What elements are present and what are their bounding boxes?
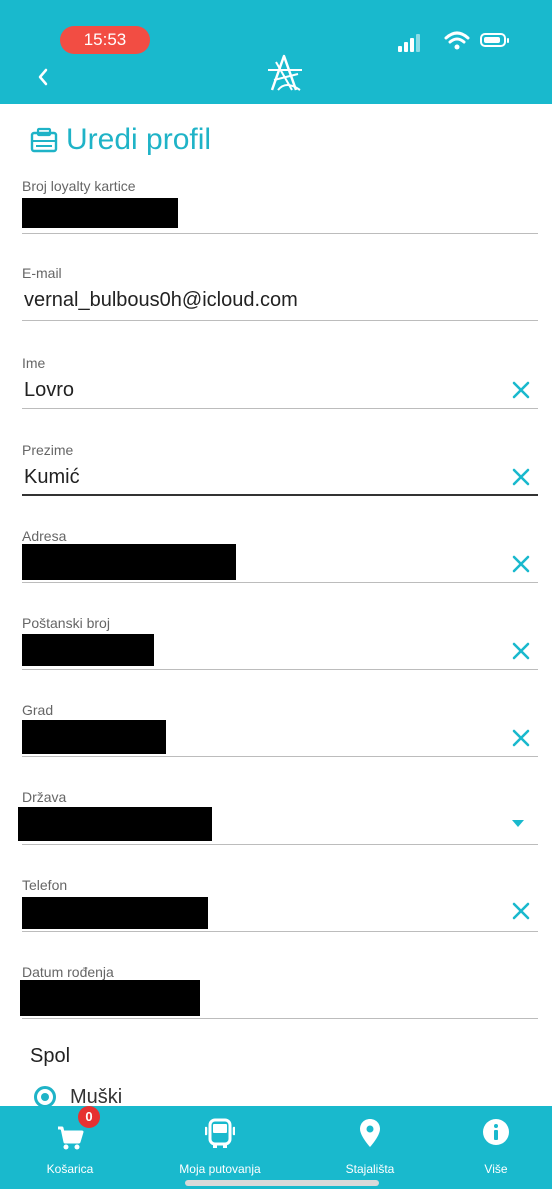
- city-field[interactable]: Grad: [22, 702, 538, 762]
- redacted-value: [22, 720, 166, 754]
- caret-down-icon[interactable]: [512, 820, 524, 827]
- status-time: 15:53: [60, 26, 150, 54]
- nav-label: Više: [484, 1162, 508, 1176]
- app-logo-icon: [268, 54, 302, 91]
- battery-icon: [480, 33, 509, 47]
- nav-item-cart[interactable]: 0 Košarica: [16, 1106, 124, 1189]
- loyalty-card-field[interactable]: Broj loyalty kartice: [22, 178, 538, 238]
- email-value: vernal_bulbous0h@icloud.com: [24, 289, 298, 311]
- first-name-value: Lovro: [24, 379, 75, 401]
- field-underline: [22, 1018, 538, 1019]
- field-underline: [22, 408, 538, 409]
- gender-label: Spol: [30, 1045, 71, 1067]
- postal-code-field[interactable]: Poštanski broj: [22, 615, 538, 675]
- redacted-value: [18, 807, 212, 841]
- nav-item-more[interactable]: Više: [456, 1106, 536, 1189]
- nav-label: Košarica: [46, 1162, 94, 1176]
- gender-radio-male[interactable]: [34, 1086, 56, 1108]
- field-label: Telefon: [22, 877, 68, 893]
- chevron-left-icon: [38, 68, 48, 86]
- clear-icon[interactable]: [510, 727, 532, 749]
- first-name-field[interactable]: Ime Lovro: [22, 355, 538, 415]
- field-underline: [22, 320, 538, 321]
- address-field[interactable]: Adresa: [22, 528, 538, 588]
- nav-label: Moja putovanja: [179, 1162, 261, 1176]
- field-label: Adresa: [22, 528, 67, 544]
- back-button[interactable]: [28, 62, 58, 92]
- nav-item-stops[interactable]: Stajališta: [320, 1106, 420, 1189]
- redacted-value: [22, 544, 236, 580]
- last-name-field[interactable]: Prezime Kumić: [22, 442, 538, 502]
- field-label: Poštanski broj: [22, 615, 110, 631]
- country-select[interactable]: Država: [18, 789, 538, 849]
- phone-field[interactable]: Telefon: [22, 877, 538, 937]
- cart-icon: [58, 1126, 84, 1150]
- page-title: Uredi profil: [30, 120, 211, 160]
- field-underline: [22, 669, 538, 670]
- bus-icon: [205, 1118, 235, 1148]
- clear-icon[interactable]: [510, 640, 532, 662]
- field-underline: [22, 844, 538, 845]
- redacted-value: [20, 980, 200, 1016]
- field-label: Država: [22, 789, 67, 805]
- profile-card-icon: [30, 127, 58, 153]
- field-underline: [22, 756, 538, 757]
- redacted-value: [22, 634, 154, 666]
- clear-icon[interactable]: [510, 379, 532, 401]
- field-underline: [22, 233, 538, 234]
- bottom-navigation: 0 Košarica Moja putovanja Stajališta Viš…: [0, 1106, 552, 1189]
- home-indicator: [185, 1180, 379, 1186]
- page-title-text: Uredi profil: [66, 123, 212, 156]
- info-icon: [483, 1119, 509, 1145]
- wifi-icon: [444, 31, 470, 50]
- status-icons: [398, 30, 518, 52]
- clear-icon[interactable]: [510, 466, 532, 488]
- redacted-value: [22, 198, 178, 228]
- field-label: Broj loyalty kartice: [22, 178, 136, 194]
- field-label: Prezime: [22, 442, 74, 458]
- email-field[interactable]: E-mail vernal_bulbous0h@icloud.com: [22, 265, 538, 325]
- birth-date-field[interactable]: Datum rođenja: [20, 964, 538, 1024]
- field-label: Grad: [22, 702, 54, 718]
- field-label: E-mail: [22, 265, 62, 281]
- location-pin-icon: [360, 1119, 380, 1147]
- cellular-signal-icon: [398, 34, 422, 52]
- nav-label: Stajališta: [345, 1162, 395, 1176]
- clear-icon[interactable]: [510, 900, 532, 922]
- field-underline-focused: [22, 494, 538, 496]
- field-underline: [22, 931, 538, 932]
- field-underline: [22, 582, 538, 583]
- redacted-value: [22, 897, 208, 929]
- last-name-value: Kumić: [24, 466, 80, 488]
- field-label: Datum rođenja: [22, 964, 114, 980]
- app-header: 15:53: [0, 0, 552, 104]
- cart-badge: 0: [78, 1106, 100, 1128]
- clear-icon[interactable]: [510, 553, 532, 575]
- field-label: Ime: [22, 355, 46, 371]
- nav-item-trips[interactable]: Moja putovanja: [160, 1106, 280, 1189]
